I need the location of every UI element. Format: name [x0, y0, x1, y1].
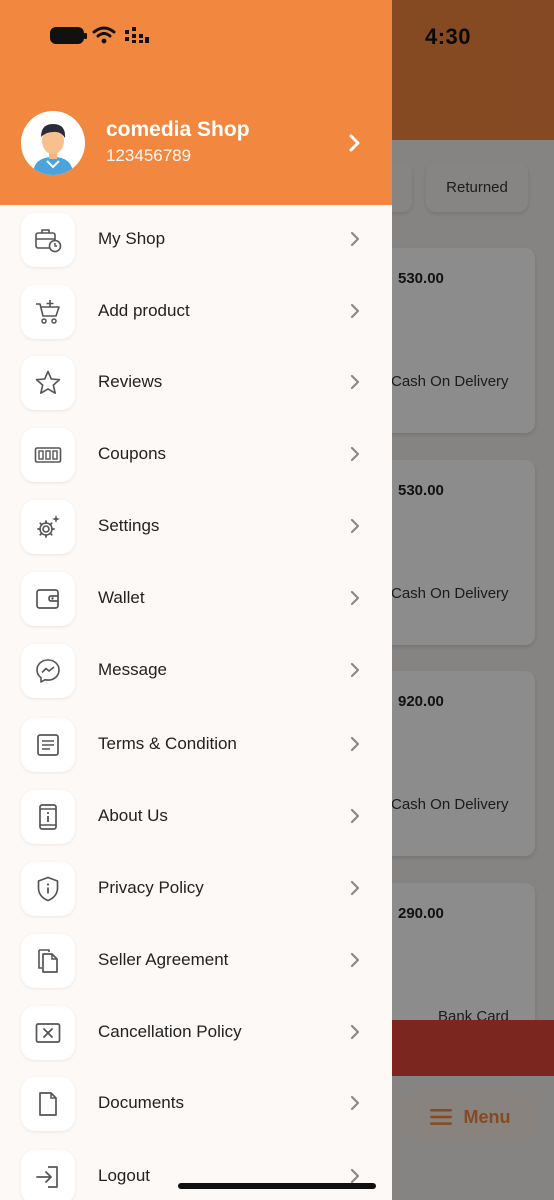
- menu-item-label: Coupons: [98, 444, 167, 463]
- menu-item-wallet[interactable]: Wallet: [0, 564, 392, 636]
- file-icon: [21, 1077, 75, 1131]
- signal-icon: [125, 27, 149, 43]
- document-lines-icon: [21, 718, 75, 772]
- info-device-icon: [21, 790, 75, 844]
- profile-name[interactable]: comedia Shop: [106, 118, 250, 142]
- profile-id: 123456789: [106, 146, 192, 165]
- chevron-right-icon: [350, 518, 360, 534]
- menu-item-label: Add product: [98, 301, 190, 320]
- menu-item-label: Message: [98, 660, 167, 679]
- shop-clock-icon: [21, 213, 75, 267]
- home-indicator[interactable]: [178, 1183, 376, 1189]
- navigation-drawer: comedia Shop 123456789 My Shop Add produ…: [0, 0, 392, 1200]
- chevron-right-icon: [350, 736, 360, 752]
- star-icon: [21, 356, 75, 410]
- chevron-right-icon: [350, 374, 360, 390]
- menu-item-terms-condition[interactable]: Terms & Condition: [0, 710, 392, 782]
- chevron-right-icon: [350, 446, 360, 462]
- menu-item-label: Logout: [98, 1166, 150, 1185]
- drawer-header[interactable]: comedia Shop 123456789: [0, 0, 392, 205]
- avatar-illustration: [21, 111, 85, 175]
- settings-gear-icon: [21, 500, 75, 554]
- menu-item-logout[interactable]: Logout: [0, 1142, 392, 1200]
- battery-icon: [50, 26, 87, 44]
- menu-item-label: Documents: [98, 1093, 184, 1112]
- chevron-right-icon: [350, 303, 360, 319]
- chevron-right-icon: [350, 808, 360, 824]
- copy-files-icon: [21, 934, 75, 988]
- messenger-icon: [21, 644, 75, 698]
- status-icons: [50, 26, 150, 44]
- chevron-right-icon: [350, 880, 360, 896]
- menu-item-label: Seller Agreement: [98, 950, 229, 969]
- menu-item-label: My Shop: [98, 229, 166, 248]
- cancel-box-icon: [21, 1006, 75, 1060]
- menu-item-label: Terms & Condition: [98, 734, 237, 753]
- wallet-icon: [21, 572, 75, 626]
- chevron-right-icon: [350, 231, 360, 247]
- menu-item-label: About Us: [98, 806, 168, 825]
- chevron-right-icon: [350, 662, 360, 678]
- menu-item-about-us[interactable]: About Us: [0, 782, 392, 854]
- menu-item-seller-agreement[interactable]: Seller Agreement: [0, 926, 392, 998]
- chevron-right-icon: [350, 1095, 360, 1111]
- menu-item-add-product[interactable]: Add product: [0, 277, 392, 349]
- coupon-icon: [21, 428, 75, 482]
- avatar: [21, 111, 85, 175]
- menu-item-cancellation-policy[interactable]: Cancellation Policy: [0, 998, 392, 1070]
- menu-item-privacy-policy[interactable]: Privacy Policy: [0, 854, 392, 926]
- shield-info-icon: [21, 862, 75, 916]
- menu-item-coupons[interactable]: Coupons: [0, 420, 392, 492]
- menu-item-reviews[interactable]: Reviews: [0, 348, 392, 420]
- chevron-right-icon: [350, 952, 360, 968]
- chevron-right-icon: [350, 590, 360, 606]
- menu-item-label: Cancellation Policy: [98, 1022, 242, 1041]
- menu-item-settings[interactable]: Settings: [0, 492, 392, 564]
- menu-item-label: Privacy Policy: [98, 878, 204, 897]
- logout-icon: [21, 1150, 75, 1200]
- chevron-right-icon[interactable]: [345, 131, 365, 155]
- menu-item-label: Wallet: [98, 588, 145, 607]
- menu-item-documents[interactable]: Documents: [0, 1069, 392, 1141]
- chevron-right-icon: [350, 1024, 360, 1040]
- menu-item-message[interactable]: Message: [0, 636, 392, 708]
- menu-item-label: Settings: [98, 516, 160, 535]
- cart-add-icon: [21, 285, 75, 339]
- wifi-icon: [92, 26, 116, 44]
- menu-item-label: Reviews: [98, 372, 163, 391]
- menu-item-my-shop[interactable]: My Shop: [0, 205, 392, 277]
